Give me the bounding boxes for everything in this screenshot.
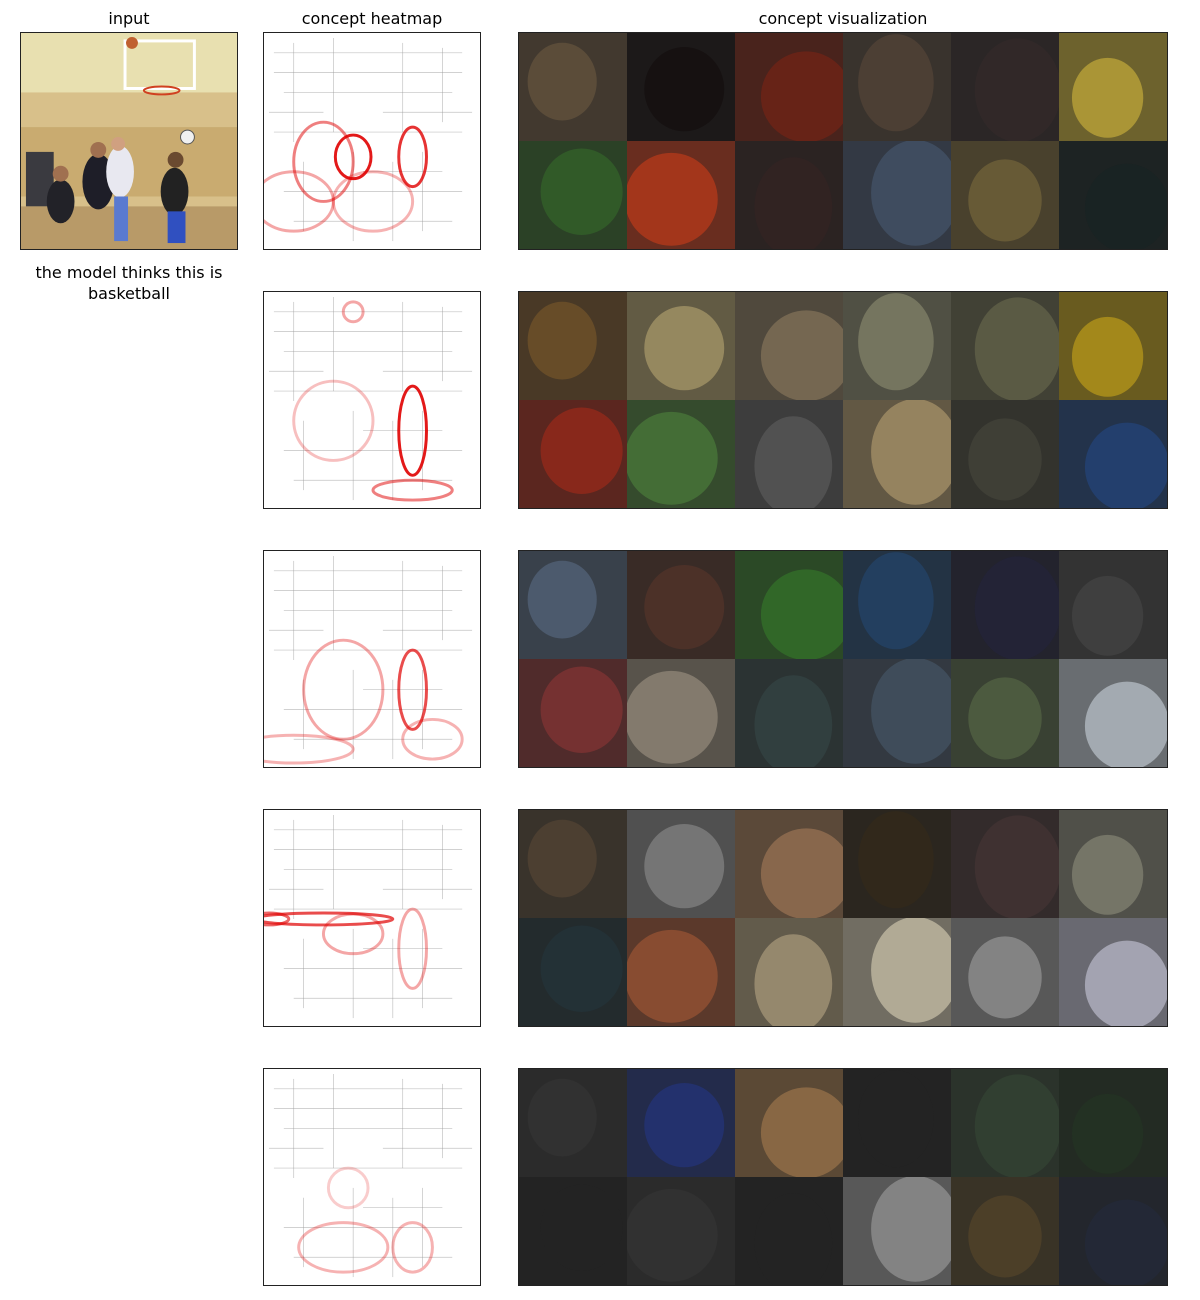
example-image-tile bbox=[1059, 292, 1167, 400]
example-image-tile bbox=[519, 33, 627, 141]
example-image-tile bbox=[519, 551, 627, 659]
example-image-tile bbox=[1059, 1069, 1167, 1177]
example-image-tile bbox=[519, 292, 627, 400]
example-image-tile bbox=[519, 1177, 627, 1285]
example-image-tile bbox=[735, 1069, 843, 1177]
concept-visualization-2 bbox=[518, 291, 1168, 509]
example-image-tile bbox=[951, 1177, 1059, 1285]
concept-visualization-5 bbox=[518, 1068, 1168, 1286]
example-image-tile bbox=[1059, 400, 1167, 508]
example-image-tile bbox=[735, 918, 843, 1026]
example-image-tile bbox=[951, 551, 1059, 659]
example-image-tile bbox=[519, 1069, 627, 1177]
example-image-tile bbox=[843, 141, 951, 249]
concept-visualization-4 bbox=[518, 809, 1168, 1027]
example-image-tile bbox=[735, 551, 843, 659]
example-image-tile bbox=[627, 918, 735, 1026]
example-image-tile bbox=[519, 659, 627, 767]
example-image-tile bbox=[519, 400, 627, 508]
example-image-tile bbox=[843, 918, 951, 1026]
example-image-tile bbox=[951, 33, 1059, 141]
example-image-tile bbox=[951, 141, 1059, 249]
example-image-tile bbox=[951, 1069, 1059, 1177]
example-image-tile bbox=[843, 810, 951, 918]
example-image-tile bbox=[843, 551, 951, 659]
example-image-tile bbox=[735, 292, 843, 400]
prediction-caption: the model thinks this is basketball bbox=[35, 263, 223, 303]
example-image-tile bbox=[519, 810, 627, 918]
example-image-tile bbox=[843, 400, 951, 508]
visualization-column-title: concept visualization bbox=[758, 9, 928, 28]
example-image-tile bbox=[735, 400, 843, 508]
example-image-tile bbox=[1059, 659, 1167, 767]
example-image-tile bbox=[1059, 1177, 1167, 1285]
concept-visualization-1 bbox=[518, 32, 1168, 250]
concept-visualization-3 bbox=[518, 550, 1168, 768]
example-image-tile bbox=[519, 918, 627, 1026]
concept-heatmap-2 bbox=[263, 291, 481, 509]
example-image-tile bbox=[519, 141, 627, 249]
example-image-tile bbox=[951, 292, 1059, 400]
example-image-tile bbox=[735, 810, 843, 918]
example-image-tile bbox=[627, 810, 735, 918]
concept-heatmap-3 bbox=[263, 550, 481, 768]
example-image-tile bbox=[843, 1069, 951, 1177]
input-column-title: input bbox=[108, 9, 150, 28]
example-image-tile bbox=[951, 400, 1059, 508]
example-image-tile bbox=[843, 292, 951, 400]
example-image-tile bbox=[627, 1177, 735, 1285]
example-image-tile bbox=[627, 1069, 735, 1177]
example-image-tile bbox=[1059, 141, 1167, 249]
example-image-tile bbox=[627, 33, 735, 141]
example-image-tile bbox=[735, 141, 843, 249]
example-image-tile bbox=[951, 918, 1059, 1026]
heatmap-column-title: concept heatmap bbox=[301, 9, 443, 28]
concept-heatmap-4 bbox=[263, 809, 481, 1027]
example-image-tile bbox=[843, 1177, 951, 1285]
example-image-tile bbox=[735, 1177, 843, 1285]
example-image-tile bbox=[951, 810, 1059, 918]
example-image-tile bbox=[843, 33, 951, 141]
example-image-tile bbox=[1059, 551, 1167, 659]
example-image-tile bbox=[627, 141, 735, 249]
example-image-tile bbox=[1059, 918, 1167, 1026]
concept-heatmap-5 bbox=[263, 1068, 481, 1286]
example-image-tile bbox=[735, 659, 843, 767]
example-image-tile bbox=[951, 659, 1059, 767]
example-image-tile bbox=[735, 33, 843, 141]
example-image-tile bbox=[627, 551, 735, 659]
example-image-tile bbox=[627, 400, 735, 508]
example-image-tile bbox=[627, 292, 735, 400]
input-image bbox=[20, 32, 238, 250]
example-image-tile bbox=[627, 659, 735, 767]
example-image-tile bbox=[1059, 33, 1167, 141]
example-image-tile bbox=[843, 659, 951, 767]
example-image-tile bbox=[1059, 810, 1167, 918]
concept-heatmap-1 bbox=[263, 32, 481, 250]
